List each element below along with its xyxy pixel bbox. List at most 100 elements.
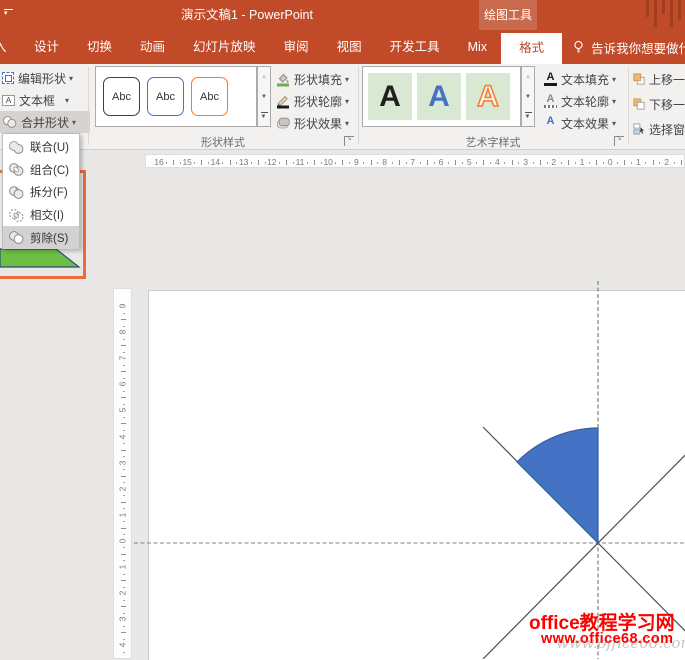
shape-styles-dialog-launcher-icon[interactable] (344, 136, 354, 146)
hruler-label: 1 (630, 157, 646, 167)
menu-item-联合(U)[interactable]: 联合(U) (3, 136, 79, 159)
gallery-more-icon[interactable]: ▼ (522, 106, 534, 126)
shape-style-tile[interactable]: Abc (103, 77, 140, 116)
scroll-down-icon[interactable]: ▼ (522, 87, 534, 107)
hruler-dot (617, 162, 618, 164)
tab-开发工具[interactable]: 开发工具 (376, 30, 454, 64)
send-backward-button[interactable]: 下移一 (633, 93, 685, 115)
chevron-down-icon: ▾ (345, 75, 349, 84)
selection-pane-icon (633, 122, 645, 136)
vruler-tick (121, 632, 126, 633)
vruler-label: 3 (118, 455, 128, 470)
menu-item-label: 相交(I) (30, 207, 64, 223)
hruler-dot (504, 162, 505, 164)
hruler-dot (194, 162, 195, 164)
text-effects-label: 文本效果 (561, 115, 609, 132)
wordart-style-tile[interactable]: A (466, 73, 510, 120)
bring-forward-button[interactable]: 上移一 (633, 68, 685, 90)
tell-me-box[interactable]: 告诉我你想要做什么 (572, 30, 685, 64)
vruler-label: 1 (118, 507, 128, 522)
vruler-label: 3 (118, 612, 128, 627)
vruler-dot (123, 391, 125, 392)
text-fill-label: 文本填充 (561, 71, 609, 88)
text-fill-button[interactable]: A 文本填充 ▾ (544, 68, 616, 90)
text-effects-button[interactable]: A 文本效果 ▾ (544, 112, 616, 134)
vruler-dot (123, 417, 125, 418)
menu-item-剪除(S)[interactable]: 剪除(S) (3, 226, 79, 249)
tab-审阅[interactable]: 审阅 (270, 30, 323, 64)
tab-partial[interactable]: 入 (0, 30, 7, 64)
hruler-dot (222, 162, 223, 164)
text-box-button[interactable]: A 文本框 ▾ (2, 89, 88, 111)
hruler-label: 3 (518, 157, 534, 167)
shape-outline-button[interactable]: 形状轮廓 ▾ (276, 90, 349, 112)
hruler-label: 9 (348, 157, 364, 167)
merge-shapes-button[interactable]: 合并形状 ▾ (0, 111, 90, 133)
menu-item-label: 组合(C) (30, 162, 69, 178)
wordart-dialog-launcher-icon[interactable] (614, 136, 624, 146)
menu-item-label: 拆分(F) (30, 184, 68, 200)
menu-item-组合(C)[interactable]: 组合(C) (3, 159, 79, 182)
vruler-label: 5 (118, 403, 128, 418)
bring-forward-label: 上移一 (649, 71, 685, 88)
wordart-gallery-scrollbar[interactable]: ▲ ▼ ▼ (521, 66, 535, 127)
text-outline-button[interactable]: A 文本轮廓 ▾ (544, 90, 616, 112)
chevron-down-icon: ▾ (345, 97, 349, 106)
hruler-dot (533, 162, 534, 164)
hruler-dot (279, 162, 280, 164)
hruler-dot (166, 162, 167, 164)
tab-动画[interactable]: 动画 (126, 30, 179, 64)
scroll-up-icon[interactable]: ▲ (258, 67, 270, 87)
lightbulb-icon (572, 40, 585, 54)
tab-格式[interactable]: 格式 (501, 33, 562, 64)
shape-style-tile[interactable]: Abc (147, 77, 184, 116)
scroll-down-icon[interactable]: ▼ (258, 87, 270, 107)
hruler-tick (314, 160, 315, 165)
hruler-tick (342, 160, 343, 165)
shape-gallery-scrollbar[interactable]: ▲ ▼ ▼ (257, 66, 271, 127)
vruler-label: 9 (118, 299, 128, 314)
menu-item-label: 联合(U) (30, 139, 69, 155)
tab-设计[interactable]: 设计 (20, 30, 73, 64)
ribbon: 编辑形状 ▾ A 文本框 ▾ 合并形状 ▾ AbcAbcAbc ▲ ▼ ▼ 形状… (0, 64, 685, 150)
hruler-tick (286, 160, 287, 165)
tab-Mix[interactable]: Mix (454, 30, 501, 64)
hruler-tick (201, 160, 202, 165)
ribbon-tab-row: 入 设计切换动画幻灯片放映审阅视图开发工具Mix格式 告诉我你想要做什么 (0, 30, 685, 64)
vruler-dot (123, 495, 125, 496)
selection-pane-button[interactable]: 选择窗 (633, 118, 685, 140)
shape-style-tile[interactable]: Abc (191, 77, 228, 116)
menu-item-拆分(F)[interactable]: 拆分(F) (3, 181, 79, 204)
wordart-style-tile[interactable]: A (368, 73, 412, 120)
slide-workspace: 161514131211109876543210123 987654321012… (0, 150, 685, 659)
shape-fill-button[interactable]: 形状填充 ▾ (276, 68, 349, 90)
titlebar-decoration (646, 0, 649, 17)
hruler-label: 2 (546, 157, 562, 167)
shape-fill-icon (276, 72, 290, 87)
edit-shape-button[interactable]: 编辑形状 ▾ (2, 67, 88, 89)
watermark-url: www.office68.com (541, 631, 673, 647)
hruler-tick (230, 160, 231, 165)
titlebar-decoration (662, 0, 665, 14)
scroll-up-icon[interactable]: ▲ (522, 67, 534, 87)
shape-effects-button[interactable]: 形状效果 ▾ (276, 112, 349, 134)
hruler-label: 8 (377, 157, 393, 167)
tab-视图[interactable]: 视图 (323, 30, 376, 64)
edit-shape-icon (2, 72, 14, 84)
menu-item-相交(I)[interactable]: 相交(I) (3, 204, 79, 227)
send-backward-icon (633, 97, 645, 111)
selection-pane-label: 选择窗 (649, 121, 685, 138)
tab-幻灯片放映[interactable]: 幻灯片放映 (179, 30, 270, 64)
hruler-dot (335, 162, 336, 164)
hruler-tick (455, 160, 456, 165)
wordart-style-tile[interactable]: A (417, 73, 461, 120)
drawing-tools-context-tab[interactable]: 绘图工具 (479, 0, 537, 30)
tab-切换[interactable]: 切换 (73, 30, 126, 64)
slide-canvas[interactable] (148, 290, 685, 660)
merge-shapes-menu: 联合(U) 组合(C) 拆分(F) 相交(I) 剪除(S) (2, 133, 80, 249)
vruler-label: 0 (118, 533, 128, 548)
text-box-label: 文本框 (19, 92, 55, 109)
hruler-tick (173, 160, 174, 165)
gallery-more-icon[interactable]: ▼ (258, 106, 270, 126)
hruler-label: 4 (489, 157, 505, 167)
